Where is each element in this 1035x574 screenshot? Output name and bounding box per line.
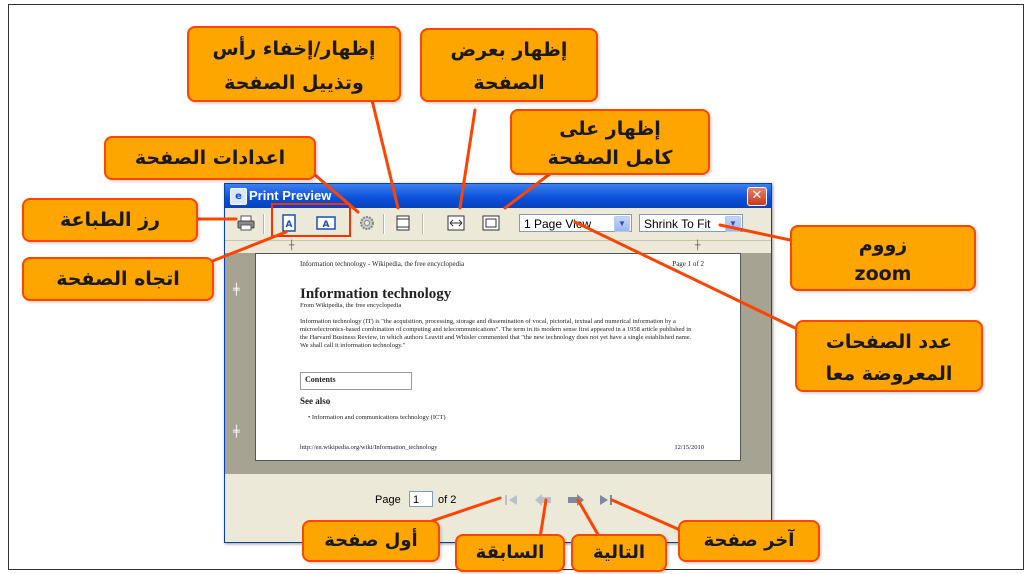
next-arrow-icon xyxy=(568,494,584,506)
print-button[interactable] xyxy=(235,213,257,233)
callout-zoom: زووم zoom xyxy=(790,225,976,291)
callout-print: رز الطباعة xyxy=(22,198,198,242)
close-button[interactable]: ✕ xyxy=(747,187,767,206)
page-view-select[interactable]: 1 Page View ▼ xyxy=(519,214,632,232)
previous-page-button[interactable] xyxy=(533,490,553,510)
callout-orientation: اتجاه الصفحة xyxy=(22,257,214,301)
chevron-down-icon[interactable]: ▼ xyxy=(614,216,630,232)
left-margin-handle[interactable]: ┼ xyxy=(289,241,294,251)
page-view-value: 1 Page View xyxy=(524,217,592,231)
print-preview-window: e Print Preview ✕ A A 1 Page View ▼ Shri… xyxy=(224,183,772,543)
page-label: Page xyxy=(375,494,401,506)
zoom-select[interactable]: Shrink To Fit ▼ xyxy=(639,214,743,232)
callout-pages-shown-line1: عدد الصفحات xyxy=(825,331,953,353)
article-title: Information technology xyxy=(300,286,452,302)
margin-ruler: ┼ ┼ xyxy=(225,241,771,253)
callout-full-page: إظهار على كامل الصفحة xyxy=(510,109,710,175)
article-source: From Wikipedia, the free encyclopedia xyxy=(300,302,402,309)
full-page-button[interactable] xyxy=(480,213,502,233)
contents-box: Contents xyxy=(300,372,412,390)
page-width-button[interactable] xyxy=(445,213,467,233)
callout-page-width: إظهار بعرض الصفحة xyxy=(420,28,598,102)
callout-first-page: أول صفحة xyxy=(302,520,440,562)
callout-zoom-line1: زووم xyxy=(858,234,908,256)
toolbar-separator xyxy=(383,214,385,234)
callout-last-page: آخر صفحة xyxy=(678,520,820,562)
page-width-icon xyxy=(447,215,465,231)
last-page-icon xyxy=(600,495,612,505)
toolbar-separator xyxy=(263,214,265,234)
next-page-button[interactable] xyxy=(566,490,586,510)
callout-header-footer-line2: وتذييل الصفحة xyxy=(224,72,364,94)
callout-previous: السابقة xyxy=(455,534,565,572)
see-also-heading: See also xyxy=(300,396,331,406)
page-setup-button[interactable] xyxy=(356,213,378,233)
article-body: Information technology (IT) is "the acqu… xyxy=(300,318,692,349)
preview-area: ╪ ╪ Information technology - Wikipedia, … xyxy=(225,253,771,474)
see-also-item: • Information and communications technol… xyxy=(308,414,446,421)
first-page-button[interactable] xyxy=(501,490,521,510)
window-title: Print Preview xyxy=(249,188,332,203)
page-footer-left: http://en.wikipedia.org/wiki/Information… xyxy=(300,444,438,451)
callout-page-setup: اعدادات الصفحة xyxy=(104,136,316,180)
page-header-right: Page 1 of 2 xyxy=(672,260,704,268)
header-footer-icon xyxy=(396,215,410,231)
zoom-value: Shrink To Fit xyxy=(644,217,711,231)
full-page-icon xyxy=(482,215,500,231)
previous-arrow-icon xyxy=(535,494,551,506)
callout-pages-shown-line2: المعروضة معا xyxy=(825,363,953,385)
callout-full-page-line2: كامل الصفحة xyxy=(547,147,673,169)
print-preview-app-icon: e xyxy=(230,188,247,205)
page-header-left: Information technology - Wikipedia, the … xyxy=(300,260,465,268)
page-footer-right: 12/15/2010 xyxy=(674,444,704,451)
callout-header-footer-line1: إظهار/إخفاء رأس xyxy=(212,38,376,60)
first-page-icon xyxy=(505,495,517,505)
callout-header-footer: إظهار/إخفاء رأس وتذييل الصفحة xyxy=(187,26,401,102)
page-number-input[interactable]: 1 xyxy=(409,491,433,507)
orientation-highlight xyxy=(271,203,351,237)
top-margin-handle[interactable]: ╪ xyxy=(233,283,240,296)
callout-next: التالية xyxy=(571,534,667,572)
page-setup-icon xyxy=(360,216,374,230)
right-margin-handle[interactable]: ┼ xyxy=(695,241,700,251)
see-also-item-text: Information and communications technolog… xyxy=(311,414,446,421)
callout-pages-shown: عدد الصفحات المعروضة معا xyxy=(795,320,983,392)
page-count: of 2 xyxy=(438,494,457,506)
bottom-margin-handle[interactable]: ╪ xyxy=(233,425,240,438)
toolbar-separator xyxy=(422,214,424,234)
header-footer-button[interactable] xyxy=(392,213,414,233)
last-page-button[interactable] xyxy=(596,490,616,510)
callout-page-width-line2: الصفحة xyxy=(473,72,545,94)
callout-zoom-line2: zoom xyxy=(854,263,912,285)
chevron-down-icon[interactable]: ▼ xyxy=(725,216,741,232)
callout-page-width-line1: إظهار بعرض xyxy=(450,39,568,61)
print-icon xyxy=(237,215,255,231)
callout-full-page-line1: إظهار على xyxy=(559,118,661,140)
preview-page: Information technology - Wikipedia, the … xyxy=(255,253,741,461)
